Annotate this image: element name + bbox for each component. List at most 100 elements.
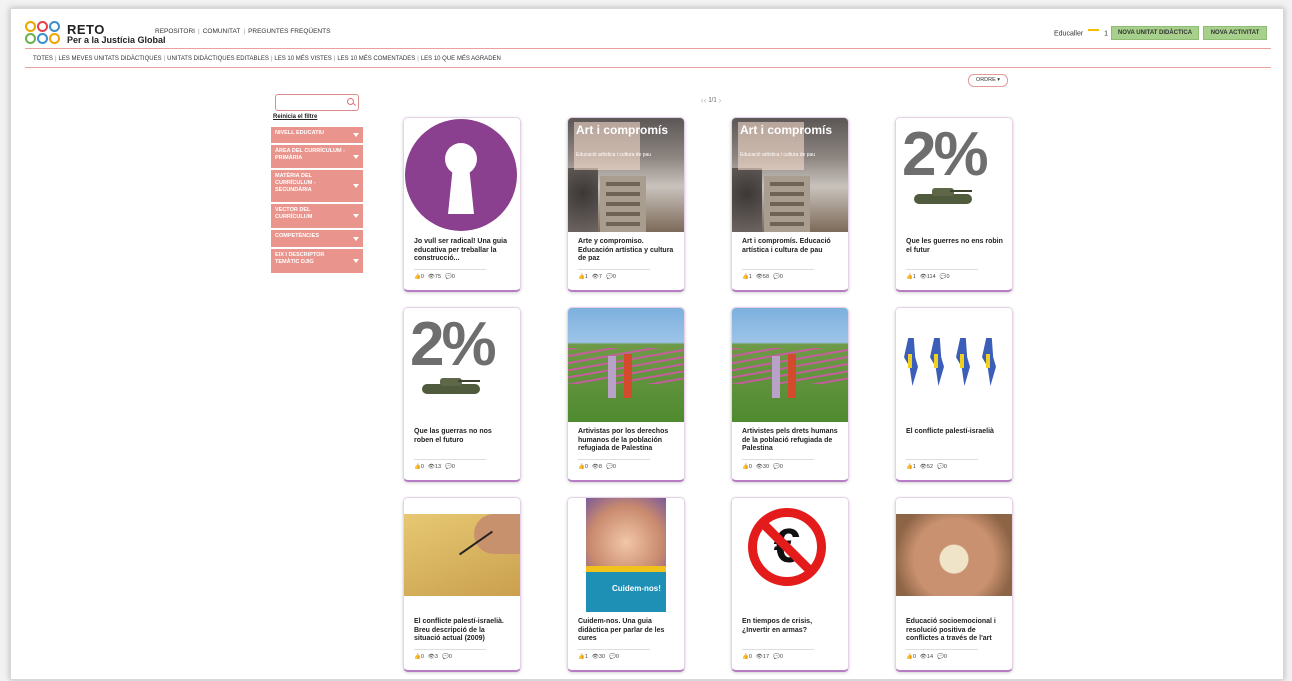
card-thumbnail[interactable]: Art i compromís Educació artística i cult… bbox=[732, 118, 848, 232]
card-stats: 👍0 👁17 💬0 bbox=[742, 654, 783, 660]
pagination: ‹‹ 1/1 › bbox=[681, 95, 741, 105]
card-title[interactable]: El conflicte palestí-israelià bbox=[906, 428, 1004, 437]
divider bbox=[25, 48, 1271, 49]
card-stats: 👍0 👁14 💬0 bbox=[906, 654, 947, 660]
facet-area-primaria[interactable]: ÀREA DEL CURRÍCULUM - PRIMÀRIA bbox=[271, 145, 363, 168]
facet-label: ÀREA DEL CURRÍCULUM - PRIMÀRIA bbox=[275, 148, 345, 161]
browser-page: RETO Per a la Justícia Global REPOSITORI… bbox=[10, 8, 1284, 680]
list-filter-bar: TOTES | LES MEVES UNITATS DIDÀCTIQUES | UNIT… bbox=[33, 56, 501, 62]
card-stats: 👍1 👁114 💬0 bbox=[906, 274, 950, 280]
card-thumbnail[interactable]: € bbox=[732, 498, 848, 612]
card-thumbnail[interactable] bbox=[404, 118, 520, 232]
card-stats: 👍1 👁7 💬0 bbox=[578, 274, 616, 280]
facet-label: MATÈRIA DEL CURRÍCULUM - SECUNDÀRIA bbox=[275, 173, 316, 193]
brand[interactable]: RETO Per a la Justícia Global bbox=[67, 22, 166, 46]
nav-faq[interactable]: PREGUNTES FREQÜENTS bbox=[248, 28, 330, 35]
filter-most-liked[interactable]: LES 10 QUE MÉS AGRADEN bbox=[421, 56, 501, 62]
next-page-icon[interactable]: › bbox=[718, 95, 721, 105]
crown-icon bbox=[1088, 29, 1100, 38]
card-title[interactable]: Que les guerres no ens robin el futur bbox=[906, 238, 1004, 255]
user-count: 1 bbox=[1104, 30, 1108, 38]
card-stats: 👍0 👁8 💬0 bbox=[578, 464, 616, 470]
search-input[interactable] bbox=[278, 96, 346, 109]
facet-vector-curriculum[interactable]: VECTOR DEL CURRÍCULUM bbox=[271, 204, 363, 228]
caret-down-icon bbox=[353, 259, 359, 263]
reset-filter-link[interactable]: Reinicia el filtre bbox=[273, 114, 317, 120]
facet-label: VECTOR DEL CURRÍCULUM bbox=[275, 207, 313, 220]
site-header: RETO Per a la Justícia Global REPOSITORI… bbox=[11, 9, 1283, 47]
prev-page-icon[interactable]: ‹ bbox=[704, 95, 707, 105]
card-thumbnail[interactable] bbox=[404, 498, 520, 612]
top-nav: REPOSITORI | COMUNITAT | PREGUNTES FREQÜENTS bbox=[155, 28, 331, 35]
unit-card[interactable]: Art i compromís Educació artística i cult… bbox=[731, 117, 849, 292]
card-stats: 👍1 👁52 💬0 bbox=[906, 464, 947, 470]
card-title[interactable]: Arte y compromiso. Educación artística y… bbox=[578, 238, 676, 264]
card-stats: 👍0 👁3 💬0 bbox=[414, 654, 452, 660]
caret-down-icon bbox=[353, 214, 359, 218]
unit-card[interactable]: 2% Que les guerres no ens robin el futur… bbox=[895, 117, 1013, 292]
search-box[interactable] bbox=[275, 94, 359, 111]
card-title[interactable]: El conflicte palestí-israelià. Breu desc… bbox=[414, 618, 512, 644]
order-dropdown[interactable]: ORDRE ▾ bbox=[968, 74, 1008, 87]
card-thumbnail[interactable]: Cuidem-nos! bbox=[568, 498, 684, 612]
card-title[interactable]: Artivistes pels drets humans de la pobla… bbox=[742, 428, 840, 454]
facet-materia-secundaria[interactable]: MATÈRIA DEL CURRÍCULUM - SECUNDÀRIA bbox=[271, 170, 363, 202]
brand-name: RETO bbox=[67, 22, 105, 37]
card-title[interactable]: Cuidem-nos. Una guia didàctica per parla… bbox=[578, 618, 676, 644]
caret-down-icon bbox=[353, 236, 359, 241]
card-stats: 👍1 👁30 💬0 bbox=[578, 654, 619, 660]
filter-editable[interactable]: UNITATS DIDÀCTIQUES EDITABLES bbox=[167, 56, 269, 62]
divider bbox=[25, 67, 1271, 68]
facet-label: EIX I DESCRIPTOR TEMÀTIC DJIG bbox=[275, 252, 325, 265]
brand-tagline: Per a la Justícia Global bbox=[67, 35, 166, 45]
filter-most-viewed[interactable]: LES 10 MÉS VISTES bbox=[274, 56, 331, 62]
search-icon[interactable] bbox=[347, 98, 354, 105]
facet-label: COMPETÈNCIES bbox=[275, 233, 320, 239]
card-thumbnail[interactable] bbox=[732, 308, 848, 422]
card-title[interactable]: Educació socioemocional i resolució posi… bbox=[906, 618, 1004, 644]
unit-card[interactable]: El conflicte palestí-israelià 👍1 👁52 💬0 bbox=[895, 307, 1013, 482]
unit-card[interactable]: Artivistes pels drets humans de la pobla… bbox=[731, 307, 849, 482]
nav-comunitat[interactable]: COMUNITAT bbox=[203, 28, 241, 35]
card-title[interactable]: Jo vull ser radical! Una guia educativa … bbox=[414, 238, 512, 264]
card-title[interactable]: En tiempos de crisis, ¿Invertir en armas… bbox=[742, 618, 840, 635]
unit-card[interactable]: Educació socioemocional i resolució posi… bbox=[895, 497, 1013, 672]
card-stats: 👍0 👁30 💬0 bbox=[742, 464, 783, 470]
unit-card[interactable]: Cuidem-nos! Cuidem-nos. Una guia didàcti… bbox=[567, 497, 685, 672]
user-name: Educaller bbox=[1054, 30, 1084, 38]
card-title[interactable]: Artivistas por los derechos humanos de l… bbox=[578, 428, 676, 454]
filter-all[interactable]: TOTES bbox=[33, 56, 53, 62]
card-thumbnail[interactable]: 2% bbox=[404, 308, 520, 422]
unit-card[interactable]: El conflicte palestí-israelià. Breu desc… bbox=[403, 497, 521, 672]
page-indicator: 1/1 bbox=[708, 97, 717, 104]
nav-repositori[interactable]: REPOSITORI bbox=[155, 28, 195, 35]
caret-down-icon bbox=[353, 154, 359, 159]
card-title[interactable]: Que las guerras no nos roben el futuro bbox=[414, 428, 512, 445]
card-thumbnail[interactable] bbox=[568, 308, 684, 422]
unit-card[interactable]: Artivistas por los derechos humanos de l… bbox=[567, 307, 685, 482]
facet-competencies[interactable]: COMPETÈNCIES bbox=[271, 230, 363, 247]
card-thumbnail[interactable] bbox=[896, 308, 1012, 422]
card-stats: 👍1 👁58 💬0 bbox=[742, 274, 783, 280]
facet-eix-descriptor[interactable]: EIX I DESCRIPTOR TEMÀTIC DJIG bbox=[271, 249, 363, 273]
new-unit-button[interactable]: NOVA UNITAT DIDÀCTICA bbox=[1111, 26, 1199, 40]
card-stats: 👍0 👁75 💬0 bbox=[414, 274, 455, 280]
new-activity-button[interactable]: NOVA ACTIVITAT bbox=[1203, 26, 1267, 40]
card-thumbnail[interactable]: Art i compromís Educació artística i cult… bbox=[568, 118, 684, 232]
card-stats: 👍0 👁13 💬0 bbox=[414, 464, 455, 470]
card-title[interactable]: Art i compromís. Educació artística i cu… bbox=[742, 238, 840, 255]
unit-card[interactable]: 2% Que las guerras no nos roben el futur… bbox=[403, 307, 521, 482]
unit-card[interactable]: Art i compromís Educació artística i cult… bbox=[567, 117, 685, 292]
facet-nivell-educatiu[interactable]: NIVELL EDUCATIU bbox=[271, 127, 363, 143]
card-thumbnail[interactable]: 2% bbox=[896, 118, 1012, 232]
unit-card[interactable]: Jo vull ser radical! Una guia educativa … bbox=[403, 117, 521, 292]
card-thumbnail[interactable] bbox=[896, 498, 1012, 612]
facet-label: NIVELL EDUCATIU bbox=[275, 130, 324, 136]
logo-icon[interactable] bbox=[25, 21, 61, 47]
user-menu[interactable]: Educaller 1 bbox=[1054, 29, 1108, 38]
filter-most-commented[interactable]: LES 10 MÉS COMENTADES bbox=[337, 56, 415, 62]
unit-card[interactable]: € En tiempos de crisis, ¿Invertir en arm… bbox=[731, 497, 849, 672]
caret-down-icon bbox=[353, 133, 359, 137]
filter-mine[interactable]: LES MEVES UNITATS DIDÀCTIQUES bbox=[58, 56, 161, 62]
caret-down-icon bbox=[353, 184, 359, 188]
